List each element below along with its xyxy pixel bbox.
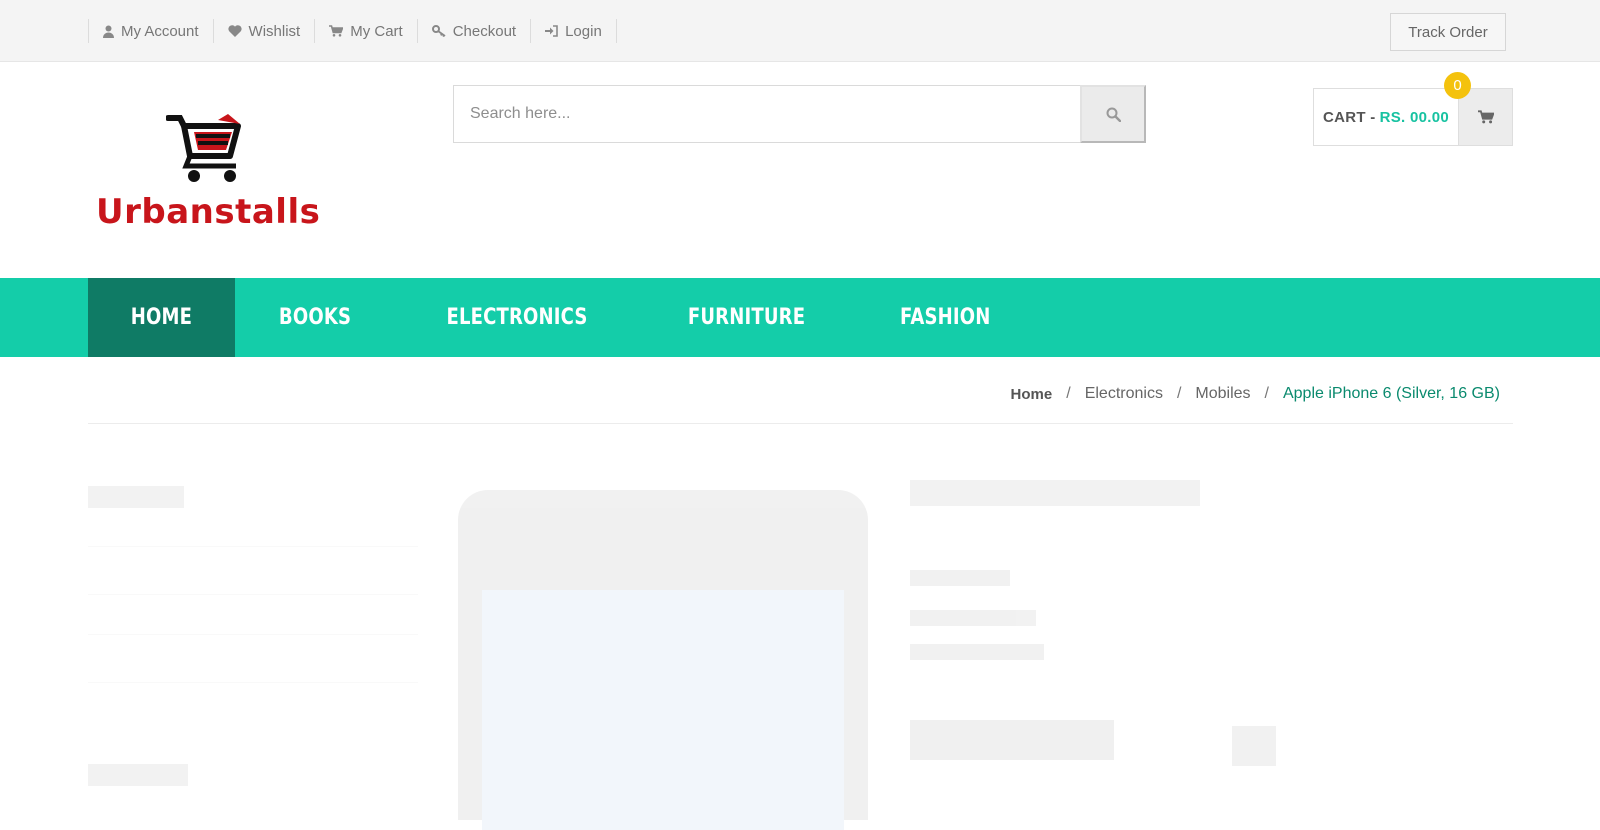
breadcrumb-separator: /: [1264, 385, 1269, 402]
product-image: [458, 490, 868, 830]
cart-amount: RS. 00.00: [1379, 108, 1450, 126]
nav-fashion[interactable]: FASHION: [854, 278, 1037, 357]
spec-placeholder: [910, 644, 1044, 660]
hot-deals-heading-placeholder: [88, 764, 188, 786]
nav-electronics[interactable]: ELECTRONICS: [395, 278, 639, 357]
my-account-link[interactable]: My Account: [89, 19, 214, 43]
breadcrumb-separator: /: [1176, 385, 1182, 402]
my-account-label: My Account: [121, 22, 199, 40]
logo-text: Urbanstalls: [96, 192, 321, 232]
cart-label: CART -: [1322, 108, 1376, 126]
breadcrumb-home[interactable]: Home: [1011, 386, 1053, 403]
category-row: [88, 682, 418, 683]
top-links: My Account Wishlist My Cart Checkout Log…: [88, 19, 617, 43]
track-order-button[interactable]: Track Order: [1390, 13, 1506, 51]
search-input[interactable]: [454, 86, 1080, 142]
login-link[interactable]: Login: [531, 19, 617, 43]
top-bar: My Account Wishlist My Cart Checkout Log…: [0, 0, 1600, 62]
cart-icon: [1477, 110, 1494, 124]
wishlist-link[interactable]: Wishlist: [214, 19, 316, 43]
heart-icon: [227, 25, 242, 37]
cart-icon: [329, 25, 344, 37]
spec-placeholder: [910, 610, 1036, 626]
user-icon: [103, 25, 114, 38]
logo-cart-icon: [166, 114, 241, 182]
price-placeholder: [910, 720, 1114, 760]
search-button[interactable]: [1080, 85, 1146, 143]
category-heading-placeholder: [88, 486, 184, 508]
header-cart[interactable]: CART - RS. 00.00: [1313, 88, 1513, 146]
wishlist-label: Wishlist: [248, 22, 301, 40]
category-row: [88, 546, 418, 547]
nav-books[interactable]: BOOKS: [235, 278, 395, 357]
breadcrumb-mobiles[interactable]: Mobiles: [1195, 385, 1250, 403]
nav-home[interactable]: HOME: [88, 278, 235, 357]
checkout-link[interactable]: Checkout: [418, 19, 532, 43]
main-nav: HOME BOOKS ELECTRONICS FURNITURE FASHION: [0, 278, 1600, 357]
product-title-placeholder: [910, 480, 1200, 506]
cart-summary: CART - RS. 00.00: [1314, 89, 1458, 145]
category-row: [88, 634, 418, 635]
nav-home-label: HOME: [130, 305, 193, 330]
nav-furniture-label: FURNITURE: [687, 305, 806, 330]
my-cart-label: My Cart: [350, 22, 403, 40]
key-icon: [431, 25, 446, 37]
cart-button[interactable]: [1458, 89, 1512, 145]
spec-placeholder: [910, 570, 1010, 586]
nav-fashion-label: FASHION: [900, 305, 991, 330]
nav-books-label: BOOKS: [278, 305, 351, 330]
product-content-loading: [0, 424, 1600, 830]
logo[interactable]: Urbanstalls: [96, 112, 336, 236]
sign-in-icon: [545, 25, 558, 37]
wishlist-button-placeholder: [1232, 726, 1276, 766]
breadcrumb: Home / Electronics / Mobiles / Apple iPh…: [1011, 385, 1500, 403]
breadcrumb-electronics[interactable]: Electronics: [1085, 385, 1163, 403]
product-image-screen: [482, 590, 844, 830]
search-icon: [1106, 107, 1121, 122]
login-label: Login: [565, 22, 602, 40]
nav-furniture[interactable]: FURNITURE: [639, 278, 854, 357]
breadcrumb-separator: /: [1066, 385, 1071, 402]
my-cart-link[interactable]: My Cart: [315, 19, 418, 43]
breadcrumb-current: Apple iPhone 6 (Silver, 16 GB): [1282, 385, 1500, 402]
search-bar: [453, 85, 1146, 143]
category-row: [88, 594, 418, 595]
nav-electronics-label: ELECTRONICS: [446, 305, 588, 330]
checkout-label: Checkout: [452, 22, 517, 40]
cart-count-badge: 0: [1444, 72, 1471, 99]
